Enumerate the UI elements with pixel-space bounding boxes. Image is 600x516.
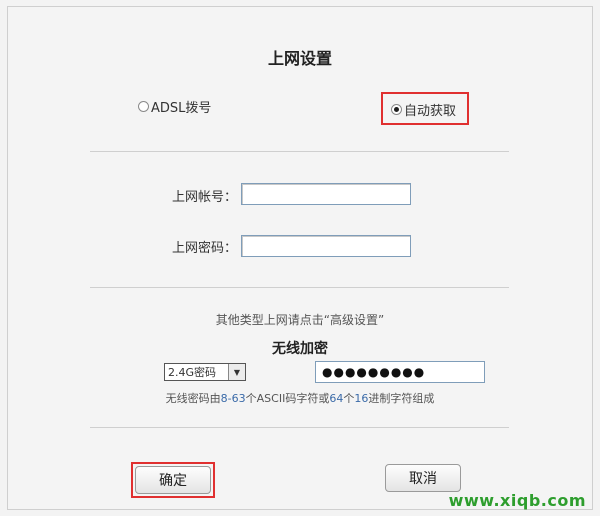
username-input[interactable] (241, 183, 411, 205)
chevron-down-icon[interactable]: ▼ (228, 364, 245, 380)
wireless-password-mask: ●●●●●●●●● (322, 365, 426, 379)
rule-number: 8-63 (220, 392, 246, 405)
wireless-password-input[interactable]: ●●●●●●●●● (315, 361, 485, 383)
confirm-highlight: 确定 (131, 462, 215, 498)
divider-bottom (90, 427, 509, 428)
radio-adsl[interactable]: ADSL拨号 (138, 97, 211, 116)
rule-text: 无线密码由 (165, 392, 221, 405)
wireless-title: 无线加密 (272, 341, 328, 357)
confirm-button[interactable]: 确定 (135, 466, 211, 494)
radio-circle-icon[interactable] (138, 101, 149, 112)
band-select[interactable]: 2.4G密码 ▼ (164, 363, 246, 381)
radio-auto-obtain[interactable]: 自动获取 (391, 100, 456, 119)
band-select-value: 2.4G密码 (168, 366, 217, 379)
advanced-settings-hint: 其他类型上网请点击“高级设置” (215, 313, 385, 327)
rule-text: 个 (343, 392, 355, 405)
divider-middle (90, 287, 509, 288)
rule-text: 个ASCII码字符或 (245, 392, 330, 405)
username-label: 上网帐号： (172, 190, 238, 205)
wireless-password-rule: 无线密码由8-63个ASCII码字符或64个16进制字符组成 (0, 390, 600, 406)
radio-checked-icon[interactable] (391, 104, 402, 115)
password-input[interactable] (241, 235, 411, 257)
divider-top (90, 151, 509, 152)
rule-number: 64 (329, 392, 344, 405)
radio-adsl-label: ADSL拨号 (151, 101, 212, 116)
settings-panel (7, 6, 593, 510)
rule-number: 16 (354, 392, 369, 405)
radio-auto-label: 自动获取 (404, 104, 457, 119)
password-label: 上网密码： (172, 241, 238, 256)
watermark: www.xiqb.com (448, 491, 586, 510)
rule-text: 进制字符组成 (368, 392, 435, 405)
page-title: 上网设置 (267, 49, 332, 68)
cancel-button[interactable]: 取消 (385, 464, 461, 492)
